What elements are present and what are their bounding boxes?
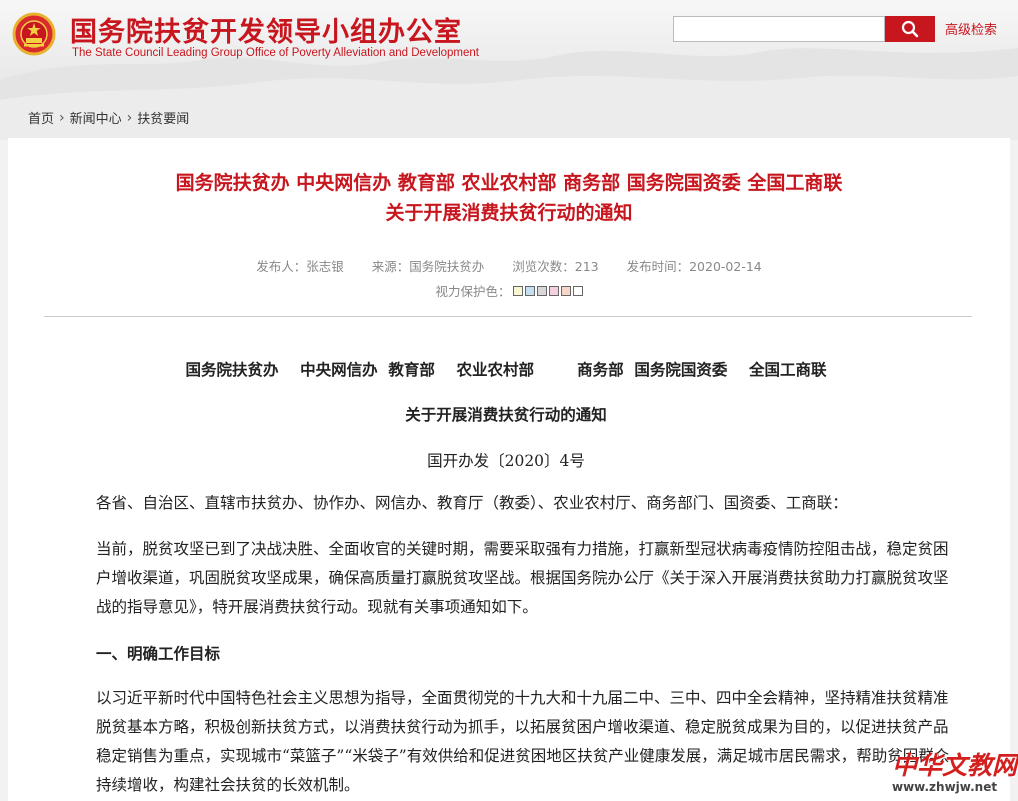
meta-publisher: 发布人：张志银 bbox=[256, 259, 344, 274]
national-emblem-icon bbox=[12, 12, 56, 56]
color-swatch-gray[interactable] bbox=[536, 285, 547, 296]
color-swatch-peach[interactable] bbox=[560, 285, 571, 296]
breadcrumb: 首页 › 新闻中心 › 扶贫要闻 bbox=[28, 108, 189, 128]
watermark-url: www.zhwjw.net bbox=[892, 780, 998, 794]
meta-date: 发布时间：2020-02-14 bbox=[626, 259, 762, 274]
divider bbox=[44, 316, 972, 317]
chevron-right-icon: › bbox=[59, 109, 65, 126]
headline-line-2: 关于开展消费扶贫行动的通知 bbox=[385, 202, 633, 224]
vision-label: 视力保护色： bbox=[435, 284, 511, 299]
article-headline: 国务院扶贫办 中央网信办 教育部 农业农村部 商务部 国务院国资委 全国工商联 … bbox=[8, 168, 1010, 228]
breadcrumb-poverty-news[interactable]: 扶贫要闻 bbox=[137, 108, 189, 127]
watermark-logo: 中华文教网 www.zhwjw.net bbox=[892, 746, 1018, 798]
document-number: 国开办发〔2020〕4号 bbox=[427, 452, 585, 470]
search-input[interactable] bbox=[673, 16, 885, 42]
issuers-line: 国务院扶贫办 中央网信办 教育部 农业农村部 商务部 国务院国资委 全国工商联 bbox=[185, 360, 827, 379]
headline-line-1: 国务院扶贫办 中央网信办 教育部 农业农村部 商务部 国务院国资委 全国工商联 bbox=[175, 172, 843, 194]
meta-source: 来源：国务院扶贫办 bbox=[371, 259, 485, 274]
color-swatch-pink[interactable] bbox=[548, 285, 559, 296]
advanced-search-link[interactable]: 高级检索 bbox=[945, 19, 997, 38]
site-title: 国务院扶贫开发领导小组办公室 bbox=[70, 17, 462, 48]
watermark-text: 中华文教网 bbox=[892, 751, 1018, 780]
breadcrumb-home[interactable]: 首页 bbox=[28, 108, 54, 127]
color-swatch-white[interactable] bbox=[572, 285, 583, 296]
paragraph-1: 当前，脱贫攻坚已到了决战决胜、全面收官的关键时期，需要采取强有力措施，打赢新型冠… bbox=[96, 540, 949, 616]
color-swatch-blue[interactable] bbox=[524, 285, 535, 296]
site-header: 国务院扶贫开发领导小组办公室 The State Council Leading… bbox=[0, 0, 1018, 140]
paragraph-2: 以习近平新时代中国特色社会主义思想为指导，全面贯彻党的十九大和十九届二中、三中、… bbox=[96, 689, 950, 794]
section-1-heading: 一、明确工作目标 bbox=[96, 644, 221, 663]
article-panel: 国务院扶贫办 中央网信办 教育部 农业农村部 商务部 国务院国资委 全国工商联 … bbox=[8, 138, 1010, 801]
search-icon bbox=[901, 20, 919, 38]
chevron-right-icon: › bbox=[126, 109, 133, 126]
site-subtitle: The State Council Leading Group Office o… bbox=[72, 47, 479, 59]
body-title: 关于开展消费扶贫行动的通知 bbox=[405, 405, 607, 424]
vision-protection-colors: 视力保护色： bbox=[8, 281, 1010, 300]
search-button[interactable] bbox=[885, 16, 935, 42]
salutation: 各省、自治区、直辖市扶贫办、协作办、网信办、教育厅（教委）、农业农村厅、商务部门… bbox=[96, 494, 848, 512]
breadcrumb-news-center[interactable]: 新闻中心 bbox=[70, 108, 122, 127]
color-swatch-yellow[interactable] bbox=[512, 285, 523, 296]
article-meta: 发布人：张志银 来源：国务院扶贫办 浏览次数：213 发布时间：2020-02-… bbox=[8, 256, 1010, 275]
meta-views: 浏览次数：213 bbox=[512, 259, 599, 274]
